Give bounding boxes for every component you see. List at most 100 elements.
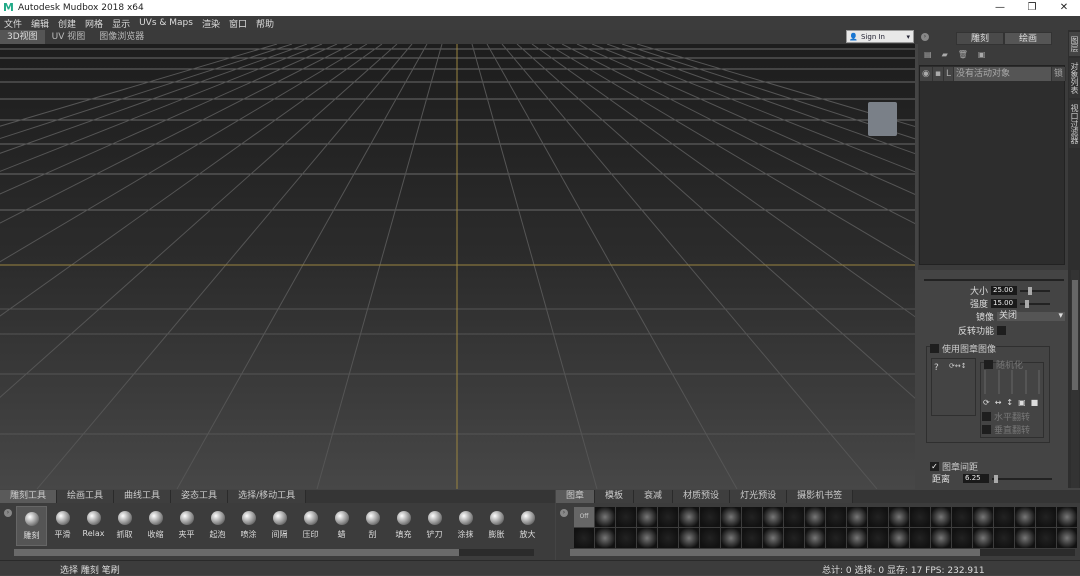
randomize-sliders[interactable] bbox=[984, 370, 1040, 394]
side-tab-layers[interactable]: 图层 bbox=[1069, 32, 1080, 56]
tool-button[interactable]: 填充 bbox=[388, 506, 419, 546]
3d-viewport[interactable] bbox=[0, 44, 915, 489]
use-stamp-checkbox[interactable] bbox=[930, 344, 939, 353]
random-axis-icons[interactable]: ⟳↔↕▣■ bbox=[983, 398, 1043, 407]
distance-slider[interactable] bbox=[992, 474, 1053, 483]
stamp-thumbnail[interactable] bbox=[952, 507, 972, 527]
stamp-thumbnail[interactable] bbox=[1057, 528, 1077, 548]
hflip-checkbox[interactable] bbox=[982, 412, 991, 421]
tool-tray-tab[interactable]: 绘画工具 bbox=[57, 490, 115, 503]
menu-item[interactable]: 文件 bbox=[4, 17, 22, 30]
side-tab-viewport-filter[interactable]: 视口过滤器 bbox=[1069, 100, 1080, 148]
strength-input[interactable]: 15.00 bbox=[991, 299, 1018, 308]
randomize-checkbox[interactable] bbox=[984, 360, 993, 369]
mirror-dropdown[interactable]: 关闭 bbox=[997, 312, 1066, 321]
tab-paint-layers[interactable]: 绘画 bbox=[1004, 32, 1052, 45]
menu-item[interactable]: 窗口 bbox=[229, 17, 247, 30]
tool-button[interactable]: 收缩 bbox=[140, 506, 171, 546]
stamp-thumbnail[interactable] bbox=[847, 528, 867, 548]
tab-sculpt-layers[interactable]: 雕刻 bbox=[956, 32, 1004, 45]
folder-icon[interactable]: ▰ bbox=[942, 50, 948, 59]
stamp-thumbnail[interactable] bbox=[931, 507, 951, 527]
tools-scrollbar[interactable] bbox=[14, 549, 534, 556]
stamp-thumbnail[interactable] bbox=[679, 528, 699, 548]
minimize-button[interactable]: — bbox=[984, 0, 1016, 16]
stamp-thumbnail[interactable]: Off bbox=[574, 507, 594, 527]
stamp-thumbnail[interactable] bbox=[994, 528, 1014, 548]
tool-button[interactable]: 涂抹 bbox=[450, 506, 481, 546]
stamp-thumbnail[interactable] bbox=[763, 507, 783, 527]
panel-collapse-icon[interactable]: › bbox=[921, 33, 929, 41]
tool-tray-tab[interactable]: 姿态工具 bbox=[171, 490, 229, 503]
maximize-button[interactable]: ❐ bbox=[1016, 0, 1048, 16]
rotate-flip-icons[interactable]: ⟳↔↕ bbox=[949, 362, 967, 370]
stamp-thumbnail[interactable] bbox=[805, 528, 825, 548]
tool-tray-tab[interactable]: 雕刻工具 bbox=[0, 490, 58, 503]
stamp-thumbnail[interactable] bbox=[868, 528, 888, 548]
stamp-thumbnail[interactable] bbox=[679, 507, 699, 527]
stamp-tray-tab[interactable]: 灯光预设 bbox=[730, 490, 788, 503]
viewcube[interactable] bbox=[868, 102, 897, 136]
menu-item[interactable]: 渲染 bbox=[202, 17, 220, 30]
stamp-thumbnail[interactable] bbox=[784, 507, 804, 527]
tool-tray-tab[interactable]: 曲线工具 bbox=[114, 490, 172, 503]
stamp-thumbnail[interactable] bbox=[805, 507, 825, 527]
layer-lock-button[interactable]: 锁 bbox=[1052, 67, 1066, 81]
tool-button[interactable]: 喷涂 bbox=[233, 506, 264, 546]
stamp-thumbnail[interactable] bbox=[973, 507, 993, 527]
tool-button[interactable]: 雕刻 bbox=[16, 506, 47, 546]
stamp-thumbnail[interactable] bbox=[952, 528, 972, 548]
stamp-thumbnail[interactable] bbox=[658, 528, 678, 548]
stamp-thumbnail[interactable] bbox=[574, 528, 594, 548]
tool-button[interactable]: 夹平 bbox=[171, 506, 202, 546]
stamp-tray-tab[interactable]: 材质预设 bbox=[673, 490, 731, 503]
size-slider[interactable] bbox=[1020, 286, 1051, 295]
view-tab[interactable]: 图像浏览器 bbox=[92, 30, 151, 44]
close-button[interactable]: ✕ bbox=[1048, 0, 1080, 16]
stamp-thumbnail[interactable] bbox=[595, 528, 615, 548]
stamp-thumbnail[interactable] bbox=[721, 528, 741, 548]
stamp-thumbnail[interactable] bbox=[1036, 528, 1056, 548]
tool-button[interactable]: Relax bbox=[78, 506, 109, 546]
stamp-thumbnail[interactable] bbox=[616, 528, 636, 548]
stamp-tray-collapse-icon[interactable]: › bbox=[560, 509, 568, 517]
stamp-thumbnail[interactable] bbox=[826, 507, 846, 527]
tool-button[interactable]: 抓取 bbox=[109, 506, 140, 546]
visibility-eye-icon[interactable]: ◉ bbox=[920, 67, 933, 81]
menu-item[interactable]: 编辑 bbox=[31, 17, 49, 30]
stamp-thumbnail[interactable] bbox=[889, 528, 909, 548]
stamp-thumbnail[interactable] bbox=[994, 507, 1014, 527]
menu-item[interactable]: 显示 bbox=[112, 17, 130, 30]
tool-button[interactable]: 铲刀 bbox=[419, 506, 450, 546]
lock-icon[interactable]: ▪ bbox=[933, 67, 944, 81]
stamp-thumbnail[interactable] bbox=[1015, 528, 1035, 548]
sign-in-dropdown[interactable]: Sign In bbox=[846, 30, 914, 44]
tool-button[interactable]: 刮 bbox=[357, 506, 388, 546]
stamp-thumbnail[interactable] bbox=[973, 528, 993, 548]
stamp-thumbnail[interactable] bbox=[826, 528, 846, 548]
stamp-thumbnail[interactable] bbox=[910, 507, 930, 527]
stamp-thumbnail[interactable] bbox=[700, 528, 720, 548]
stamp-tray-tab[interactable]: 模板 bbox=[595, 490, 635, 503]
tool-button[interactable]: 蜡 bbox=[326, 506, 357, 546]
stamp-thumbnail[interactable] bbox=[742, 528, 762, 548]
stamp-thumbnail[interactable] bbox=[742, 507, 762, 527]
stamp-thumbnail[interactable] bbox=[700, 507, 720, 527]
stamp-thumbnail[interactable] bbox=[763, 528, 783, 548]
menu-item[interactable]: 网格 bbox=[85, 17, 103, 30]
tool-button[interactable]: 平滑 bbox=[47, 506, 78, 546]
stamp-tray-tab[interactable]: 衰减 bbox=[634, 490, 674, 503]
view-tab[interactable]: UV 视图 bbox=[45, 30, 93, 44]
stamp-thumbnail[interactable] bbox=[658, 507, 678, 527]
stamp-thumbnail[interactable] bbox=[931, 528, 951, 548]
stamps-scrollbar[interactable] bbox=[570, 549, 1075, 556]
menu-item[interactable]: 创建 bbox=[58, 17, 76, 30]
menu-item[interactable]: 帮助 bbox=[256, 17, 274, 30]
layer-row[interactable]: ◉ ▪ L 没有活动对象 锁 bbox=[920, 67, 1066, 81]
tool-button[interactable]: 放大 bbox=[512, 506, 543, 546]
new-layer-icon[interactable]: ▤ bbox=[924, 50, 932, 59]
invert-checkbox[interactable] bbox=[997, 326, 1007, 335]
tool-button[interactable]: 压印 bbox=[295, 506, 326, 546]
tool-button[interactable]: 膨胀 bbox=[481, 506, 512, 546]
vflip-checkbox[interactable] bbox=[982, 425, 991, 434]
